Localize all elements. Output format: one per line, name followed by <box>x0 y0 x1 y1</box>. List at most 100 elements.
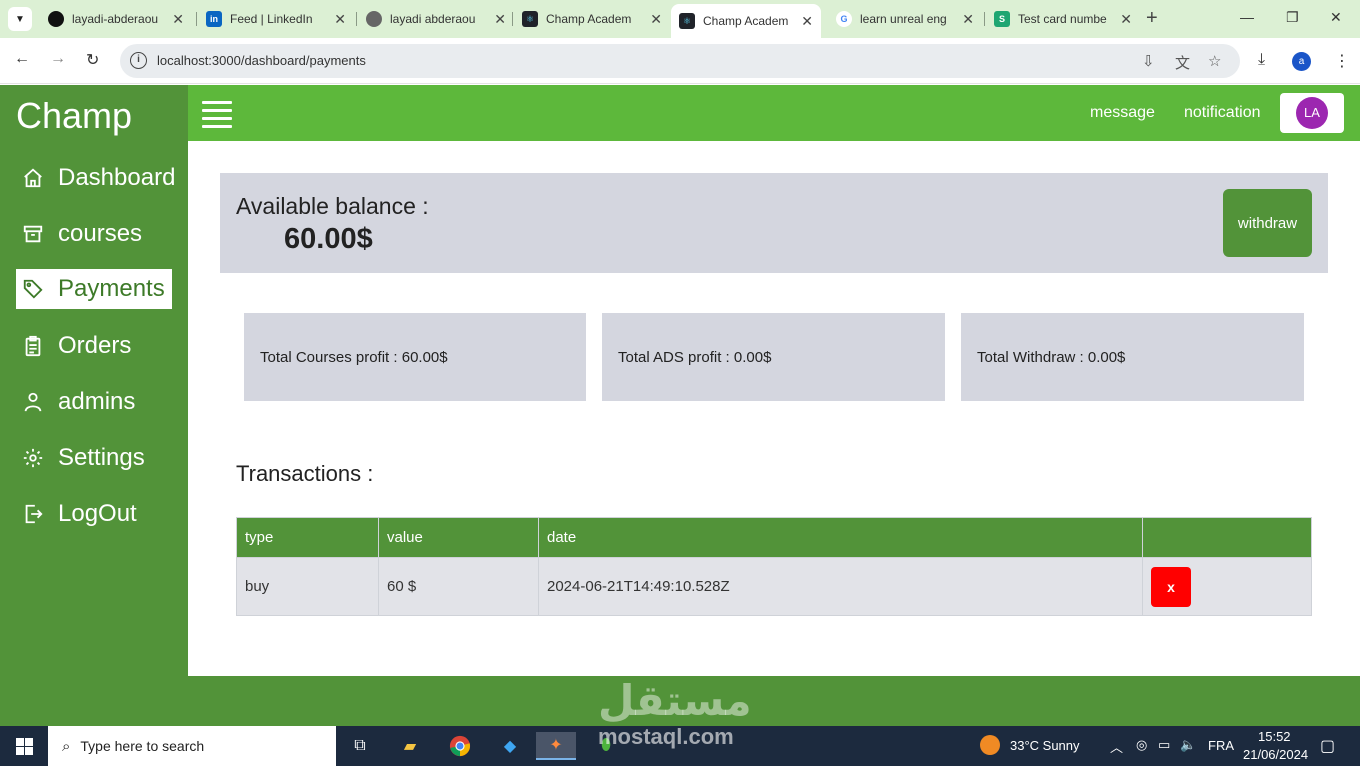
close-tab-icon[interactable]: ✕ <box>494 11 506 28</box>
sidebar-item-admins[interactable]: admins <box>16 382 172 422</box>
sidebar-item-settings[interactable]: Settings <box>16 438 172 478</box>
language-indicator[interactable]: FRA <box>1208 738 1234 753</box>
sidebar-item-logout[interactable]: LogOut <box>16 494 172 534</box>
site-info-icon[interactable]: i <box>130 52 147 69</box>
browser-tab[interactable]: layadi-abderaou ✕ <box>40 4 192 34</box>
tab-search-button[interactable]: ▼ <box>8 7 32 31</box>
new-tab-button[interactable]: + <box>1146 7 1158 30</box>
task-view-icon[interactable]: ⧉ <box>340 732 380 760</box>
home-icon <box>22 167 44 189</box>
stat-card-ads-profit: Total ADS profit : 0.00$ <box>602 313 945 401</box>
notification-center-icon[interactable]: ▢ <box>1320 736 1335 756</box>
linkedin-icon: in <box>206 11 222 27</box>
table-header-row: type value date <box>236 517 1312 558</box>
column-header-value: value <box>378 517 539 558</box>
postman-icon[interactable]: ✦ <box>536 732 576 760</box>
install-app-icon[interactable]: ⇩ <box>1142 52 1155 70</box>
user-menu-button[interactable]: LA <box>1280 93 1344 133</box>
download-icon[interactable]: ⤓ <box>1258 51 1265 69</box>
browser-tab[interactable]: S Test card numbe ✕ <box>986 4 1140 34</box>
bookmark-star-icon[interactable]: ☆ <box>1208 52 1221 70</box>
stat-card-total-withdraw: Total Withdraw : 0.00$ <box>961 313 1304 401</box>
balance-amount: 60.00$ <box>284 223 373 255</box>
app-topbar: message notification LA <box>188 85 1360 141</box>
forward-icon[interactable]: → <box>50 50 66 68</box>
delete-transaction-button[interactable]: x <box>1151 566 1191 607</box>
browser-tab-bar: ▼ layadi-abderaou ✕ in Feed | LinkedIn ✕… <box>0 0 1360 38</box>
search-icon: ⌕ <box>62 737 71 755</box>
main-content: Available balance : 60.00$ withdraw Tota… <box>188 141 1360 676</box>
watermark-logo: مستقل <box>598 677 752 724</box>
url-text[interactable]: localhost:3000/dashboard/payments <box>157 53 366 68</box>
react-icon: ⚛ <box>522 11 538 27</box>
close-tab-icon[interactable]: ✕ <box>962 11 974 28</box>
tag-icon <box>22 278 44 300</box>
transactions-title: Transactions : <box>236 461 374 486</box>
close-tab-icon[interactable]: ✕ <box>650 11 662 28</box>
browser-tab[interactable]: ⚛ Champ Academ ✕ <box>514 4 670 34</box>
taskbar-search-input[interactable]: ⌕ Type here to search <box>48 726 336 766</box>
chrome-icon[interactable] <box>440 732 480 760</box>
weather-sun-icon <box>980 735 1000 755</box>
weather-text[interactable]: 33°C Sunny <box>1010 738 1080 753</box>
github-icon <box>48 11 64 27</box>
browser-tab[interactable]: in Feed | LinkedIn ✕ <box>198 4 354 34</box>
volume-icon[interactable]: 🔈 <box>1180 737 1196 753</box>
clock-date[interactable]: 21/06/2024 <box>1243 747 1308 762</box>
globe-icon <box>366 11 382 27</box>
windows-start-icon[interactable] <box>16 738 33 755</box>
file-explorer-icon[interactable]: ▰ <box>390 732 430 760</box>
chevron-down-icon: ▼ <box>15 13 25 25</box>
balance-label: Available balance : <box>236 193 429 219</box>
cell-date: 2024-06-21T14:49:10.528Z <box>538 557 1143 616</box>
address-bar[interactable]: i localhost:3000/dashboard/payments ⇩ 文 … <box>120 44 1240 78</box>
table-row: buy 60 $ 2024-06-21T14:49:10.528Z x <box>236 557 1312 616</box>
balance-card: Available balance : 60.00$ withdraw <box>220 173 1328 273</box>
minimize-icon[interactable]: — <box>1240 9 1254 25</box>
reload-icon[interactable]: ↻ <box>86 50 99 70</box>
clipboard-icon <box>22 335 44 357</box>
logout-icon <box>22 503 44 525</box>
sidebar-item-payments[interactable]: Payments <box>16 269 172 309</box>
browser-tab[interactable]: G learn unreal eng ✕ <box>828 4 982 34</box>
translate-icon[interactable]: 文 <box>1175 52 1190 73</box>
stripe-icon: S <box>994 11 1010 27</box>
archive-icon <box>22 223 44 245</box>
close-tab-icon[interactable]: ✕ <box>801 13 813 30</box>
message-link[interactable]: message <box>1090 104 1155 122</box>
sidebar: Champ Dashboard courses Payments Orders … <box>0 85 188 676</box>
sidebar-item-dashboard[interactable]: Dashboard <box>16 158 175 198</box>
transactions-table: type value date buy 60 $ 2024-06-21T14:4… <box>236 517 1312 616</box>
vscode-icon[interactable]: ◆ <box>490 732 530 760</box>
column-header-type: type <box>236 517 379 558</box>
browser-tab-active[interactable]: ⚛ Champ Academ ✕ <box>671 4 821 38</box>
notification-link[interactable]: notification <box>1184 104 1261 122</box>
column-header-actions <box>1142 517 1312 558</box>
menu-kebab-icon[interactable]: ⋮ <box>1334 51 1350 71</box>
browser-toolbar: ← → ↻ i localhost:3000/dashboard/payment… <box>0 38 1360 84</box>
avatar: LA <box>1296 97 1328 129</box>
brand-logo: Champ <box>16 95 133 136</box>
close-tab-icon[interactable]: ✕ <box>334 11 346 28</box>
network-icon[interactable]: ▭ <box>1158 737 1170 753</box>
clock-time[interactable]: 15:52 <box>1258 729 1291 744</box>
user-icon <box>22 391 44 413</box>
sidebar-item-courses[interactable]: courses <box>16 214 172 254</box>
browser-tab[interactable]: layadi abderaou ✕ <box>358 4 514 34</box>
close-tab-icon[interactable]: ✕ <box>1120 11 1132 28</box>
column-header-date: date <box>538 517 1143 558</box>
react-icon: ⚛ <box>679 13 695 29</box>
google-icon: G <box>836 11 852 27</box>
cell-actions: x <box>1142 557 1312 616</box>
close-tab-icon[interactable]: ✕ <box>172 11 184 28</box>
restore-icon[interactable]: ❐ <box>1286 9 1299 26</box>
close-window-icon[interactable]: ✕ <box>1330 9 1342 26</box>
gear-icon <box>22 447 44 469</box>
sidebar-item-orders[interactable]: Orders <box>16 326 172 366</box>
camera-icon[interactable]: ◎ <box>1136 737 1147 753</box>
hamburger-menu-icon[interactable] <box>202 101 232 128</box>
withdraw-button[interactable]: withdraw <box>1223 189 1312 257</box>
chevron-up-icon[interactable]: ︿ <box>1110 737 1123 756</box>
profile-avatar[interactable]: a <box>1292 52 1311 71</box>
back-icon[interactable]: ← <box>14 50 30 68</box>
